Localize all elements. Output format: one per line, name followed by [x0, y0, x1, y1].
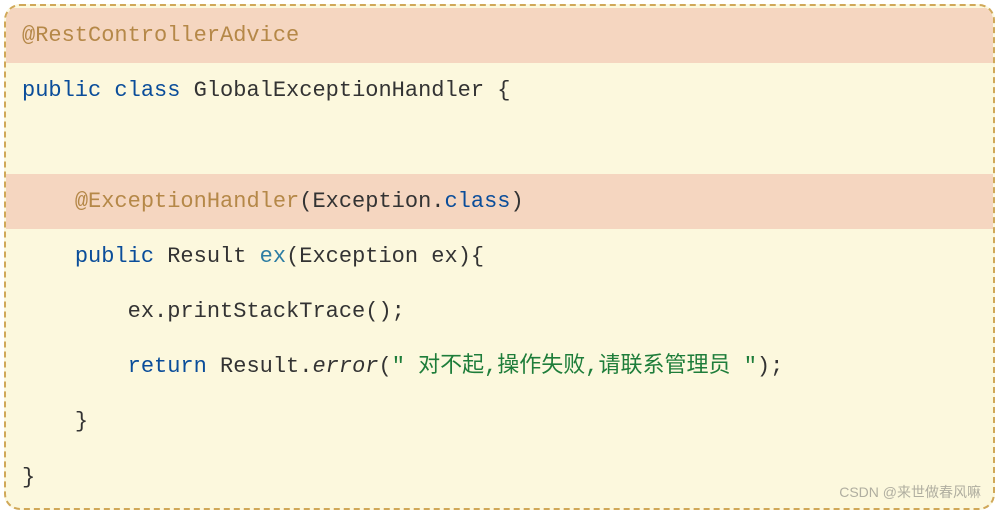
statement: ex.printStackTrace(); [128, 299, 405, 324]
paren-open: ( [299, 189, 312, 214]
object-ref: Result. [207, 354, 313, 379]
watermark-text: CSDN @来世做春风嘛 [839, 482, 981, 502]
annotation-restcontrolleradvice: @RestControllerAdvice [22, 23, 299, 48]
keyword-class-ref: class [444, 189, 510, 214]
string-literal: " 对不起,操作失败,请联系管理员 " [392, 354, 757, 379]
code-line-3: @ExceptionHandler(Exception.class) [6, 174, 993, 229]
annotation-exceptionhandler: @ExceptionHandler [75, 189, 299, 214]
keyword-public: public [75, 244, 154, 269]
paren-close: ) [511, 189, 524, 214]
code-line-6: return Result.error(" 对不起,操作失败,请联系管理员 ")… [6, 339, 993, 394]
indent [22, 354, 128, 379]
paren-open: ( [378, 354, 391, 379]
params: (Exception ex){ [286, 244, 484, 269]
code-line-2: public class GlobalExceptionHandler { [6, 63, 993, 118]
method-error: error [312, 354, 378, 379]
space [101, 78, 114, 103]
indent [22, 409, 75, 434]
param-text: Exception. [312, 189, 444, 214]
return-type: Result [154, 244, 260, 269]
indent [22, 299, 128, 324]
code-line-5: ex.printStackTrace(); [6, 284, 993, 339]
code-line-4: public Result ex(Exception ex){ [6, 229, 993, 284]
keyword-return: return [128, 354, 207, 379]
code-line-7: } [6, 394, 993, 449]
code-block: @RestControllerAdvice public class Globa… [4, 4, 995, 510]
indent [22, 244, 75, 269]
code-line-blank [6, 118, 993, 173]
class-name: GlobalExceptionHandler [180, 78, 497, 103]
code-line-1: @RestControllerAdvice [6, 8, 993, 63]
indent [22, 189, 75, 214]
brace-close-class: } [22, 465, 35, 490]
brace-close: } [75, 409, 88, 434]
keyword-class: class [114, 78, 180, 103]
keyword-public: public [22, 78, 101, 103]
method-name-ex: ex [260, 244, 286, 269]
paren-close-semi: ); [757, 354, 783, 379]
brace-open: { [497, 78, 510, 103]
